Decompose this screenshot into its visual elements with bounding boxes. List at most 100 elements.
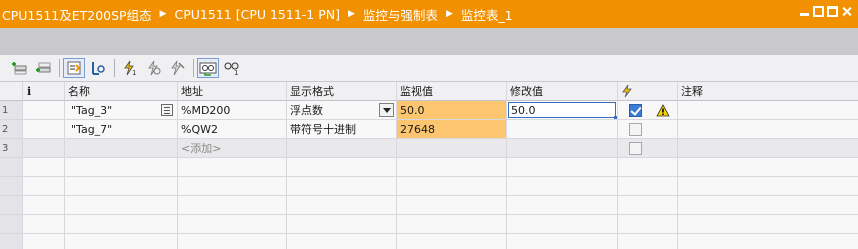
empty-cell — [618, 196, 678, 215]
add-row-button[interactable] — [32, 58, 54, 78]
info-cell — [23, 139, 65, 158]
empty-cell — [618, 177, 678, 196]
modify-with-trigger-button[interactable] — [142, 58, 164, 78]
maximize-icon[interactable] — [827, 6, 838, 17]
modify-flag-cell — [618, 120, 678, 139]
empty-cell — [397, 234, 507, 249]
empty-cell — [397, 158, 507, 177]
breadcrumb: CPU1511及ET200SP组态 ▶ CPU1511 [CPU 1511-1 … — [0, 5, 513, 24]
empty-row — [0, 234, 858, 249]
empty-cell — [397, 215, 507, 234]
breadcrumb-separator-icon: ▶ — [445, 9, 453, 19]
modify-columns-icon — [92, 62, 105, 75]
empty-cell — [678, 215, 858, 234]
chevron-down-icon — [382, 107, 391, 113]
empty-cell — [507, 177, 618, 196]
address-cell[interactable]: %MD200 — [178, 101, 287, 120]
table-row-add[interactable]: 3 <添加> — [0, 139, 858, 158]
address-cell[interactable]: %QW2 — [178, 120, 287, 139]
info-column-header[interactable]: i — [23, 82, 65, 101]
empty-cell — [65, 234, 178, 249]
breadcrumb-project[interactable]: CPU1511及ET200SP组态 — [2, 5, 152, 24]
enable-peripheral-outputs-button[interactable] — [166, 58, 188, 78]
tag-list-icon[interactable] — [161, 104, 173, 116]
monitor-value-cell: 50.0 — [397, 101, 507, 120]
table-row[interactable]: 1 "Tag_3" %MD200 浮点数 50.0 50.0 — [0, 101, 858, 120]
name-cell[interactable]: "Tag_3" — [65, 101, 178, 120]
window-controls — [799, 6, 852, 17]
column-header-monitor-value[interactable]: 监视值 — [397, 82, 507, 101]
info-cell — [23, 120, 65, 139]
display-format-cell[interactable] — [287, 139, 397, 158]
table-row[interactable]: 2 "Tag_7" %QW2 带符号十进制 27648 — [0, 120, 858, 139]
column-header-comment[interactable]: 注释 — [678, 82, 858, 101]
row-number — [0, 177, 23, 196]
name-cell[interactable] — [65, 139, 178, 158]
show-hide-columns-button[interactable] — [63, 58, 85, 78]
add-row-icon — [36, 62, 51, 73]
table-header-row: i 名称 地址 显示格式 监视值 修改值 注释 — [0, 82, 858, 101]
modify-flag-cell — [618, 101, 678, 120]
display-format-select[interactable]: 浮点数 — [287, 101, 397, 120]
empty-cell — [178, 177, 287, 196]
empty-cell — [678, 158, 858, 177]
add-address-cell[interactable]: <添加> — [178, 139, 287, 158]
row-number — [0, 158, 23, 177]
monitor-value-cell — [397, 139, 507, 158]
empty-cell — [618, 234, 678, 249]
row-number — [0, 215, 23, 234]
empty-cell — [23, 234, 65, 249]
float-window-icon[interactable] — [813, 6, 824, 17]
name-cell[interactable]: "Tag_7" — [65, 120, 178, 139]
minimize-icon[interactable] — [799, 6, 810, 17]
row-number — [0, 196, 23, 215]
empty-cell — [618, 158, 678, 177]
close-icon[interactable] — [841, 6, 852, 17]
empty-cell — [287, 196, 397, 215]
breadcrumb-folder[interactable]: 监控与强制表 — [363, 5, 438, 24]
row-number-header — [0, 82, 23, 101]
empty-row — [0, 158, 858, 177]
column-header-modify-value[interactable]: 修改值 — [507, 82, 618, 101]
modify-value-cell[interactable] — [507, 120, 618, 139]
editor-header-band — [0, 28, 858, 55]
modify-value-text: 50.0 — [511, 103, 536, 117]
row-number[interactable]: 2 — [0, 120, 23, 139]
modify-value-input[interactable]: 50.0 — [508, 102, 616, 118]
svg-text:1: 1 — [234, 69, 238, 76]
column-header-address[interactable]: 地址 — [178, 82, 287, 101]
comment-cell[interactable] — [678, 139, 858, 158]
monitor-all-button[interactable] — [197, 58, 219, 78]
empty-cell — [507, 215, 618, 234]
comment-cell[interactable] — [678, 120, 858, 139]
breadcrumb-device[interactable]: CPU1511 [CPU 1511-1 PN] — [175, 7, 340, 22]
empty-cell — [23, 158, 65, 177]
modify-value-cell[interactable] — [507, 139, 618, 158]
column-header-name[interactable]: 名称 — [65, 82, 178, 101]
empty-cell — [23, 196, 65, 215]
modify-value-cell[interactable]: 50.0 — [507, 101, 618, 120]
breadcrumb-table[interactable]: 监控表_1 — [461, 5, 513, 24]
breadcrumb-separator-icon: ▶ — [348, 9, 355, 19]
comment-cell[interactable] — [678, 101, 858, 120]
empty-cell — [507, 196, 618, 215]
modify-flag-column-header[interactable] — [618, 82, 678, 101]
insert-row-icon — [12, 62, 27, 75]
empty-cell — [287, 234, 397, 249]
display-format-cell[interactable]: 带符号十进制 — [287, 120, 397, 139]
column-header-display-format[interactable]: 显示格式 — [287, 82, 397, 101]
monitor-once-button[interactable]: 1 — [221, 58, 243, 78]
insert-row-button[interactable] — [8, 58, 30, 78]
empty-cell — [65, 177, 178, 196]
empty-cell — [397, 177, 507, 196]
row-number[interactable]: 3 — [0, 139, 23, 158]
dropdown-button[interactable] — [379, 103, 394, 117]
modify-checkbox[interactable] — [629, 122, 642, 136]
modify-now-button[interactable]: 1 — [118, 58, 140, 78]
info-icon: i — [27, 84, 32, 98]
modify-checkbox[interactable] — [629, 141, 642, 155]
show-all-modify-columns-button[interactable] — [87, 58, 109, 78]
editor-title-bar: CPU1511及ET200SP组态 ▶ CPU1511 [CPU 1511-1 … — [0, 0, 858, 28]
row-number[interactable]: 1 — [0, 101, 23, 120]
modify-checkbox[interactable] — [629, 103, 642, 117]
